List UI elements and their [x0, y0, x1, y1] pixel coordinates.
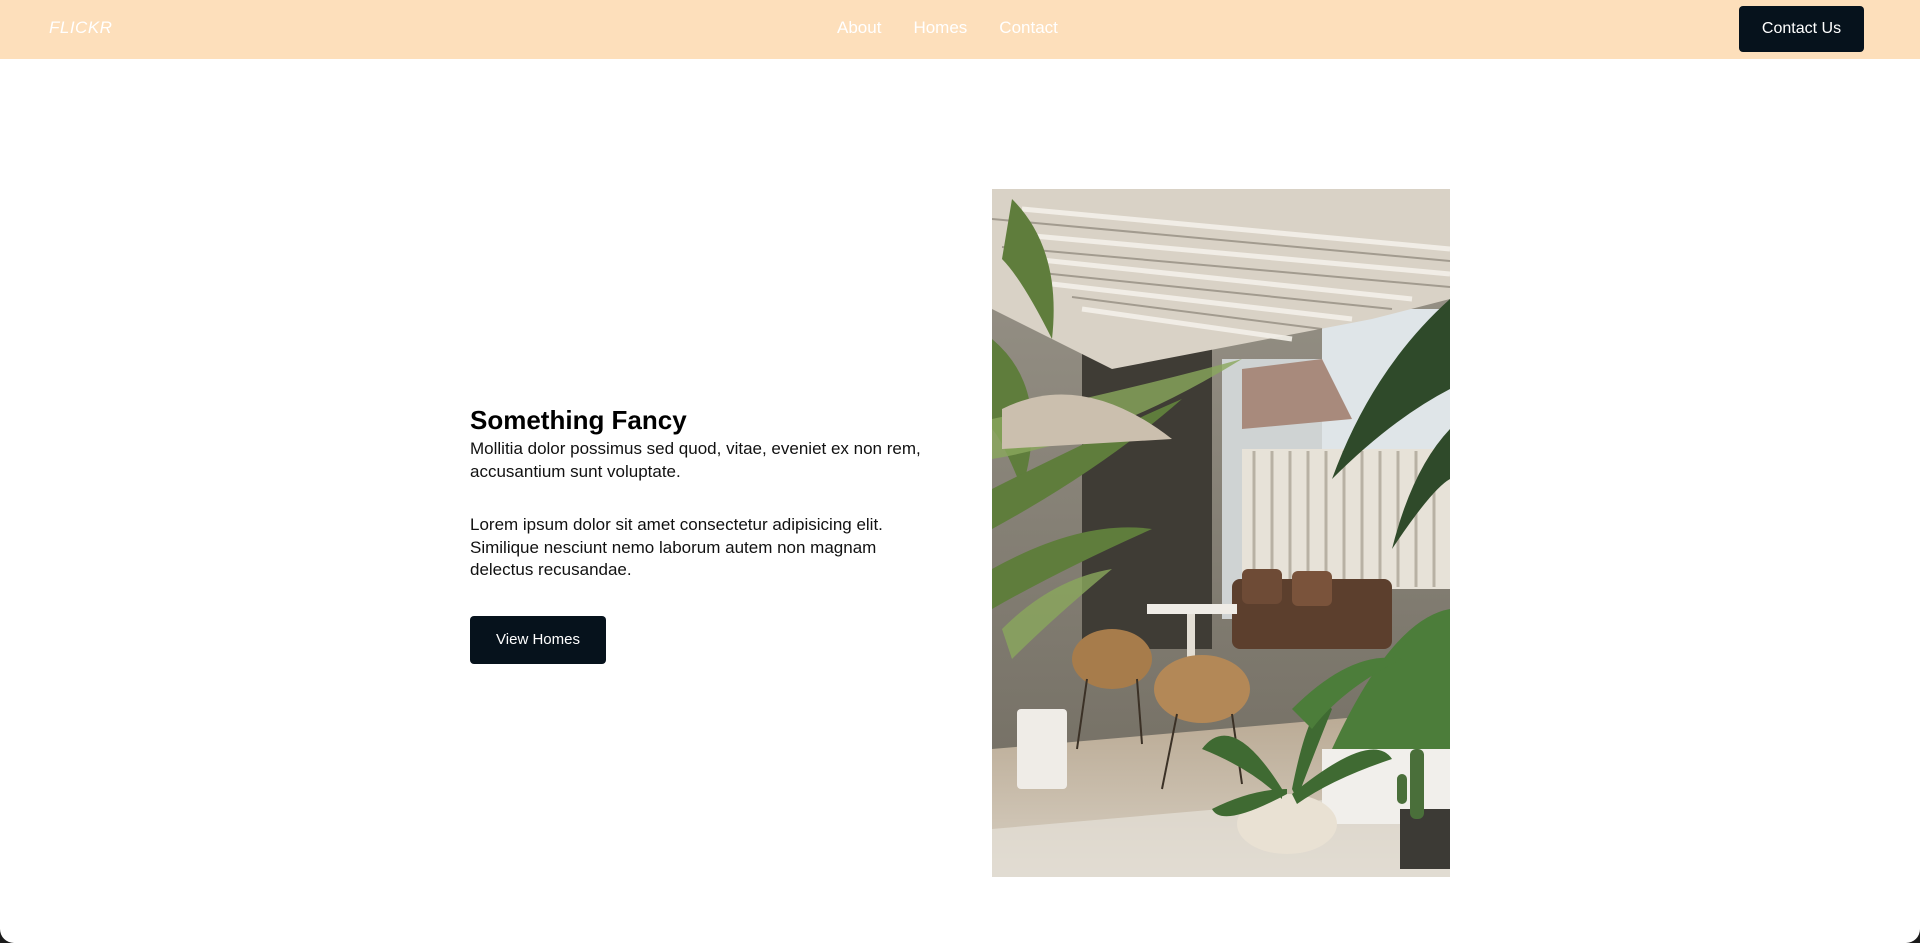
page: FLICKR About Homes Contact Contact Us So…: [0, 0, 1920, 943]
patio-photo-illustration: [992, 189, 1450, 877]
view-homes-button[interactable]: View Homes: [470, 615, 606, 664]
nav-link-about[interactable]: About: [837, 18, 881, 38]
hero-section: Something Fancy Mollitia dolor possimus …: [470, 405, 930, 664]
hero-title: Something Fancy: [470, 405, 687, 435]
hero-image: [992, 189, 1450, 877]
contact-us-button[interactable]: Contact Us: [1739, 6, 1864, 52]
navbar: FLICKR About Homes Contact Contact Us: [0, 0, 1920, 59]
nav-link-homes[interactable]: Homes: [913, 18, 967, 38]
nav-links: About Homes Contact: [837, 18, 1058, 38]
logo[interactable]: FLICKR: [49, 18, 112, 38]
nav-link-contact[interactable]: Contact: [999, 18, 1058, 38]
hero-paragraph-1: Mollitia dolor possimus sed quod, vitae,…: [470, 439, 921, 481]
hero-paragraph-2: Lorem ipsum dolor sit amet consectetur a…: [470, 515, 883, 579]
